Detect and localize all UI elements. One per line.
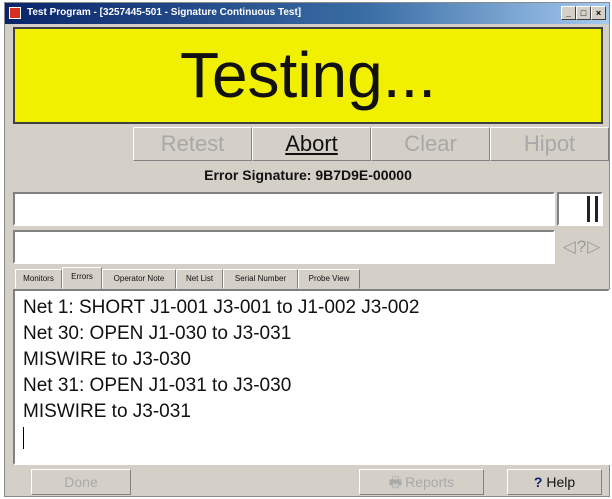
error-line: Net 31: OPEN J1-031 to J3-030 [23,375,292,396]
text-caret [23,427,24,449]
title-bar[interactable]: Test Program - [3257445-501 - Signature … [5,3,609,24]
tab-monitors[interactable]: Monitors [15,269,62,289]
next-icon[interactable]: ▷ [587,237,601,256]
indicator-box [557,192,603,226]
prev-icon[interactable]: ◁ [563,237,577,256]
clear-button[interactable]: Clear [371,127,490,161]
error-line: MISWIRE to J3-030 [23,349,191,370]
tab-probe-view[interactable]: Probe View [298,269,360,289]
app-icon [9,7,21,19]
errors-panel[interactable]: Net 1: SHORT J1-001 J3-001 to J1-002 J3-… [13,289,610,465]
question-icon: ? [533,474,543,490]
reports-label: Reports [405,474,455,490]
error-line: Net 1: SHORT J1-001 J3-001 to J1-002 J3-… [23,297,420,318]
help-label: Help [546,474,576,490]
nav-controls: ◁?▷ [557,232,607,262]
indicator-bar-right [595,196,598,222]
help-icon[interactable]: ? [577,237,587,256]
tab-errors[interactable]: Errors [62,267,102,290]
maximize-button[interactable]: □ [576,6,591,20]
done-button[interactable]: Done [31,469,131,495]
minimize-button[interactable]: _ [561,6,576,20]
tab-serial-number[interactable]: Serial Number [223,269,298,289]
hipot-button[interactable]: Hipot [490,127,609,161]
help-button[interactable]: ? Help [507,469,602,495]
bottom-bar: Done 🖶 Reports ? Help [9,469,609,495]
error-signature: Error Signature: 9B7D9E-00000 [204,167,412,183]
tab-net-list[interactable]: Net List [176,269,223,289]
input-field-2[interactable] [13,230,555,264]
error-line: MISWIRE to J3-031 [23,401,191,422]
tab-operator-note[interactable]: Operator Note [102,269,176,289]
reports-button[interactable]: 🖶 Reports [359,469,484,495]
indicator-bar-left [587,196,590,222]
status-banner: Testing... [13,27,603,124]
close-button[interactable]: × [591,6,606,20]
error-line: Net 30: OPEN J1-030 to J3-031 [23,323,292,344]
action-buttons: Retest Abort Clear Hipot [133,127,610,161]
window-title: Test Program - [3257445-501 - Signature … [27,7,302,18]
input-field-1[interactable] [13,192,555,226]
print-icon: 🖶 [388,474,403,490]
retest-button[interactable]: Retest [133,127,252,161]
test-program-window: Test Program - [3257445-501 - Signature … [4,2,610,497]
abort-button[interactable]: Abort [252,127,371,161]
